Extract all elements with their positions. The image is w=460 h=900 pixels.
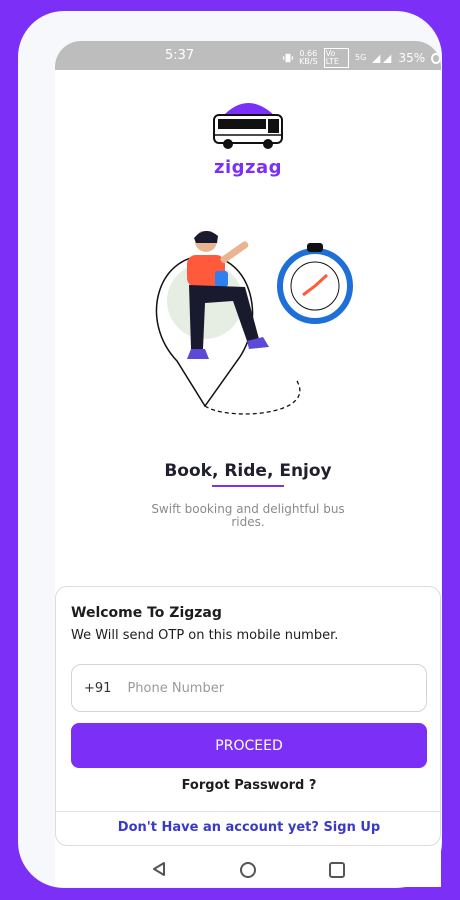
vibrate-icon — [283, 53, 294, 63]
home-icon[interactable] — [240, 862, 256, 878]
phone-number-field[interactable]: +91 — [71, 664, 427, 712]
status-icons: 0.66 KB/S Vo LTE 5G 35% — [283, 48, 441, 68]
forgot-password-link[interactable]: Forgot Password ? — [56, 778, 441, 793]
back-icon[interactable] — [151, 861, 167, 877]
network-speed-unit: KB/S — [299, 57, 318, 66]
login-card: Welcome To Zigzag We Will send OTP on th… — [55, 586, 441, 846]
proceed-button[interactable]: PROCEED — [71, 723, 427, 768]
app-screen: 5:37 0.66 KB/S Vo LTE 5G 35% zigzag Book… — [55, 41, 441, 887]
otp-description: We Will send OTP on this mobile number. — [71, 628, 339, 643]
welcome-title: Welcome To Zigzag — [71, 605, 222, 621]
network-speed: 0.66 KB/S — [299, 50, 318, 66]
volte-badge: Vo LTE — [323, 48, 350, 68]
traveler-compass-illustration — [155, 231, 353, 415]
phone-frame: 5:37 0.66 KB/S Vo LTE 5G 35% zigzag Book… — [18, 11, 442, 888]
divider — [56, 811, 440, 812]
phone-number-input[interactable] — [125, 679, 370, 697]
recents-icon[interactable] — [329, 862, 345, 878]
signup-link[interactable]: Don't Have an account yet? Sign Up — [56, 820, 441, 835]
status-time: 5:37 — [165, 48, 195, 63]
battery-icon — [431, 52, 441, 64]
battery-percent: 35% — [398, 51, 426, 65]
country-code[interactable]: +91 — [84, 681, 111, 696]
bus-logo-icon — [213, 103, 283, 149]
hero-title: Book, Ride, Enjoy — [164, 461, 332, 481]
signal-label: 5G — [355, 53, 367, 62]
signal-icon — [372, 54, 392, 64]
brand-name: zigzag — [213, 157, 283, 178]
hero-subtitle: Swift booking and delightful bus rides. — [151, 502, 345, 529]
hero-title-underline — [212, 485, 284, 487]
status-bar: 5:37 0.66 KB/S Vo LTE 5G 35% — [55, 41, 441, 70]
android-nav-bar — [55, 853, 441, 887]
